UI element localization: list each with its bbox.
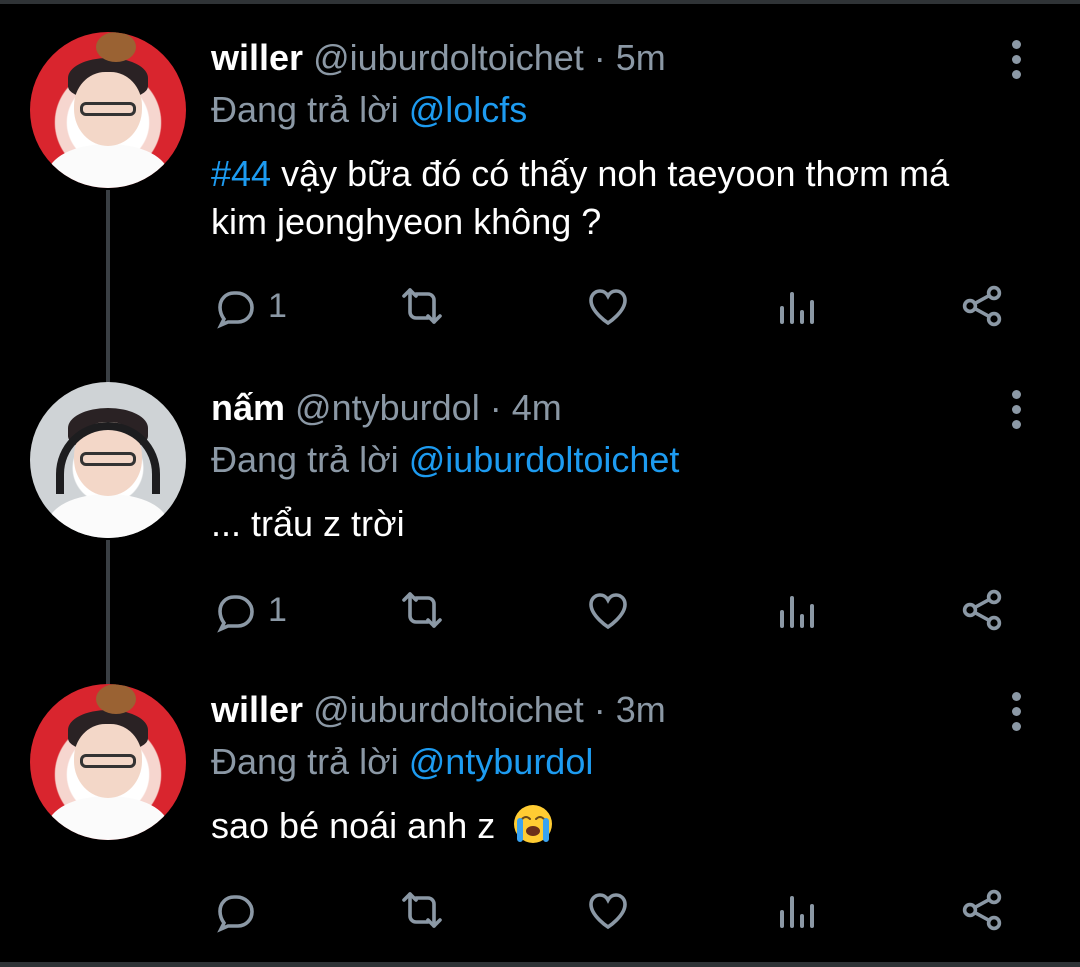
share-icon <box>962 589 1002 631</box>
handle[interactable]: @iuburdoltoichet <box>313 37 584 78</box>
tweet[interactable]: nấm @ntyburdol · 4m Đang trả lời @iuburd… <box>0 350 1080 660</box>
tweet-actions <box>0 886 1080 936</box>
mention-link[interactable]: @ntyburdol <box>409 741 594 782</box>
tweet-header: nấm @ntyburdol · 4m <box>211 388 562 428</box>
reply-count: 1 <box>268 590 287 629</box>
bottom-divider <box>0 962 1080 967</box>
avatar[interactable] <box>30 382 186 538</box>
mention-link[interactable]: @iuburdoltoichet <box>409 439 680 480</box>
share-icon <box>962 889 1002 931</box>
replying-to: Đang trả lời @iuburdoltoichet <box>211 438 679 482</box>
reply-icon <box>217 291 254 329</box>
analytics-button[interactable] <box>772 886 820 934</box>
display-name[interactable]: willer <box>211 689 303 730</box>
reply-icon <box>217 895 254 933</box>
replying-to: Đang trả lời @lolcfs <box>211 88 527 132</box>
timestamp[interactable]: 3m <box>616 689 666 730</box>
like-icon <box>589 893 627 930</box>
analytics-icon <box>780 596 814 628</box>
more-options-icon[interactable] <box>1004 692 1028 732</box>
avatar[interactable] <box>30 684 186 840</box>
handle[interactable]: @iuburdoltoichet <box>313 689 584 730</box>
analytics-button[interactable] <box>772 282 820 330</box>
reply-button[interactable] <box>212 886 268 934</box>
share-button[interactable] <box>958 282 1006 330</box>
separator-dot: · <box>489 387 512 428</box>
reply-prefix: Đang trả lời <box>211 741 399 782</box>
tweet-actions: 1 <box>0 282 1080 332</box>
separator-dot: · <box>593 37 616 78</box>
tweet-text: #44 vậy bữa đó có thấy noh taeyoon thơm … <box>211 150 1011 246</box>
timestamp[interactable]: 5m <box>616 37 666 78</box>
separator-dot: · <box>593 689 616 730</box>
reply-count: 1 <box>268 286 287 325</box>
analytics-icon <box>780 292 814 324</box>
share-button[interactable] <box>958 586 1006 634</box>
retweet-button[interactable] <box>398 282 446 330</box>
like-button[interactable] <box>584 282 632 330</box>
display-name[interactable]: willer <box>211 37 303 78</box>
retweet-button[interactable] <box>398 886 446 934</box>
reply-button[interactable]: 1 <box>212 586 287 634</box>
like-icon <box>589 593 627 630</box>
display-name[interactable]: nấm <box>211 387 285 428</box>
more-options-icon[interactable] <box>1004 40 1028 80</box>
tweet-text: ... trẩu z trời <box>211 503 405 544</box>
tweet[interactable]: willer @iuburdoltoichet · 5m Đang trả lờ… <box>0 0 1080 329</box>
hashtag-link[interactable]: #44 <box>211 153 271 194</box>
tweet-text-body: vậy bữa đó có thấy noh taeyoon thơm má k… <box>211 153 950 242</box>
like-button[interactable] <box>584 586 632 634</box>
share-icon <box>962 285 1002 327</box>
like-button[interactable] <box>584 886 632 934</box>
tweet-header: willer @iuburdoltoichet · 5m <box>211 38 666 78</box>
reply-prefix: Đang trả lời <box>211 439 399 480</box>
mention-link[interactable]: @lolcfs <box>409 89 528 130</box>
reply-icon <box>217 595 254 633</box>
handle[interactable]: @ntyburdol <box>295 387 480 428</box>
tweet-actions: 1 <box>0 586 1080 636</box>
share-button[interactable] <box>958 886 1006 934</box>
retweet-icon <box>402 892 442 928</box>
more-options-icon[interactable] <box>1004 390 1028 430</box>
retweet-icon <box>402 592 442 628</box>
tweet-text-body: sao bé noái anh z <box>211 805 496 846</box>
avatar[interactable] <box>30 32 186 188</box>
tweet-text: sao bé noái anh z <box>211 802 1011 850</box>
retweet-icon <box>402 288 442 324</box>
replying-to: Đang trả lời @ntyburdol <box>211 740 593 784</box>
tweet[interactable]: willer @iuburdoltoichet · 3m Đang trả lờ… <box>0 652 1080 962</box>
analytics-button[interactable] <box>772 586 820 634</box>
reply-prefix: Đang trả lời <box>211 89 399 130</box>
retweet-button[interactable] <box>398 586 446 634</box>
like-icon <box>589 289 627 326</box>
loudly-crying-face-icon <box>514 805 553 843</box>
timestamp[interactable]: 4m <box>512 387 562 428</box>
tweet-header: willer @iuburdoltoichet · 3m <box>211 690 666 730</box>
reply-button[interactable]: 1 <box>212 282 287 330</box>
analytics-icon <box>780 896 814 928</box>
